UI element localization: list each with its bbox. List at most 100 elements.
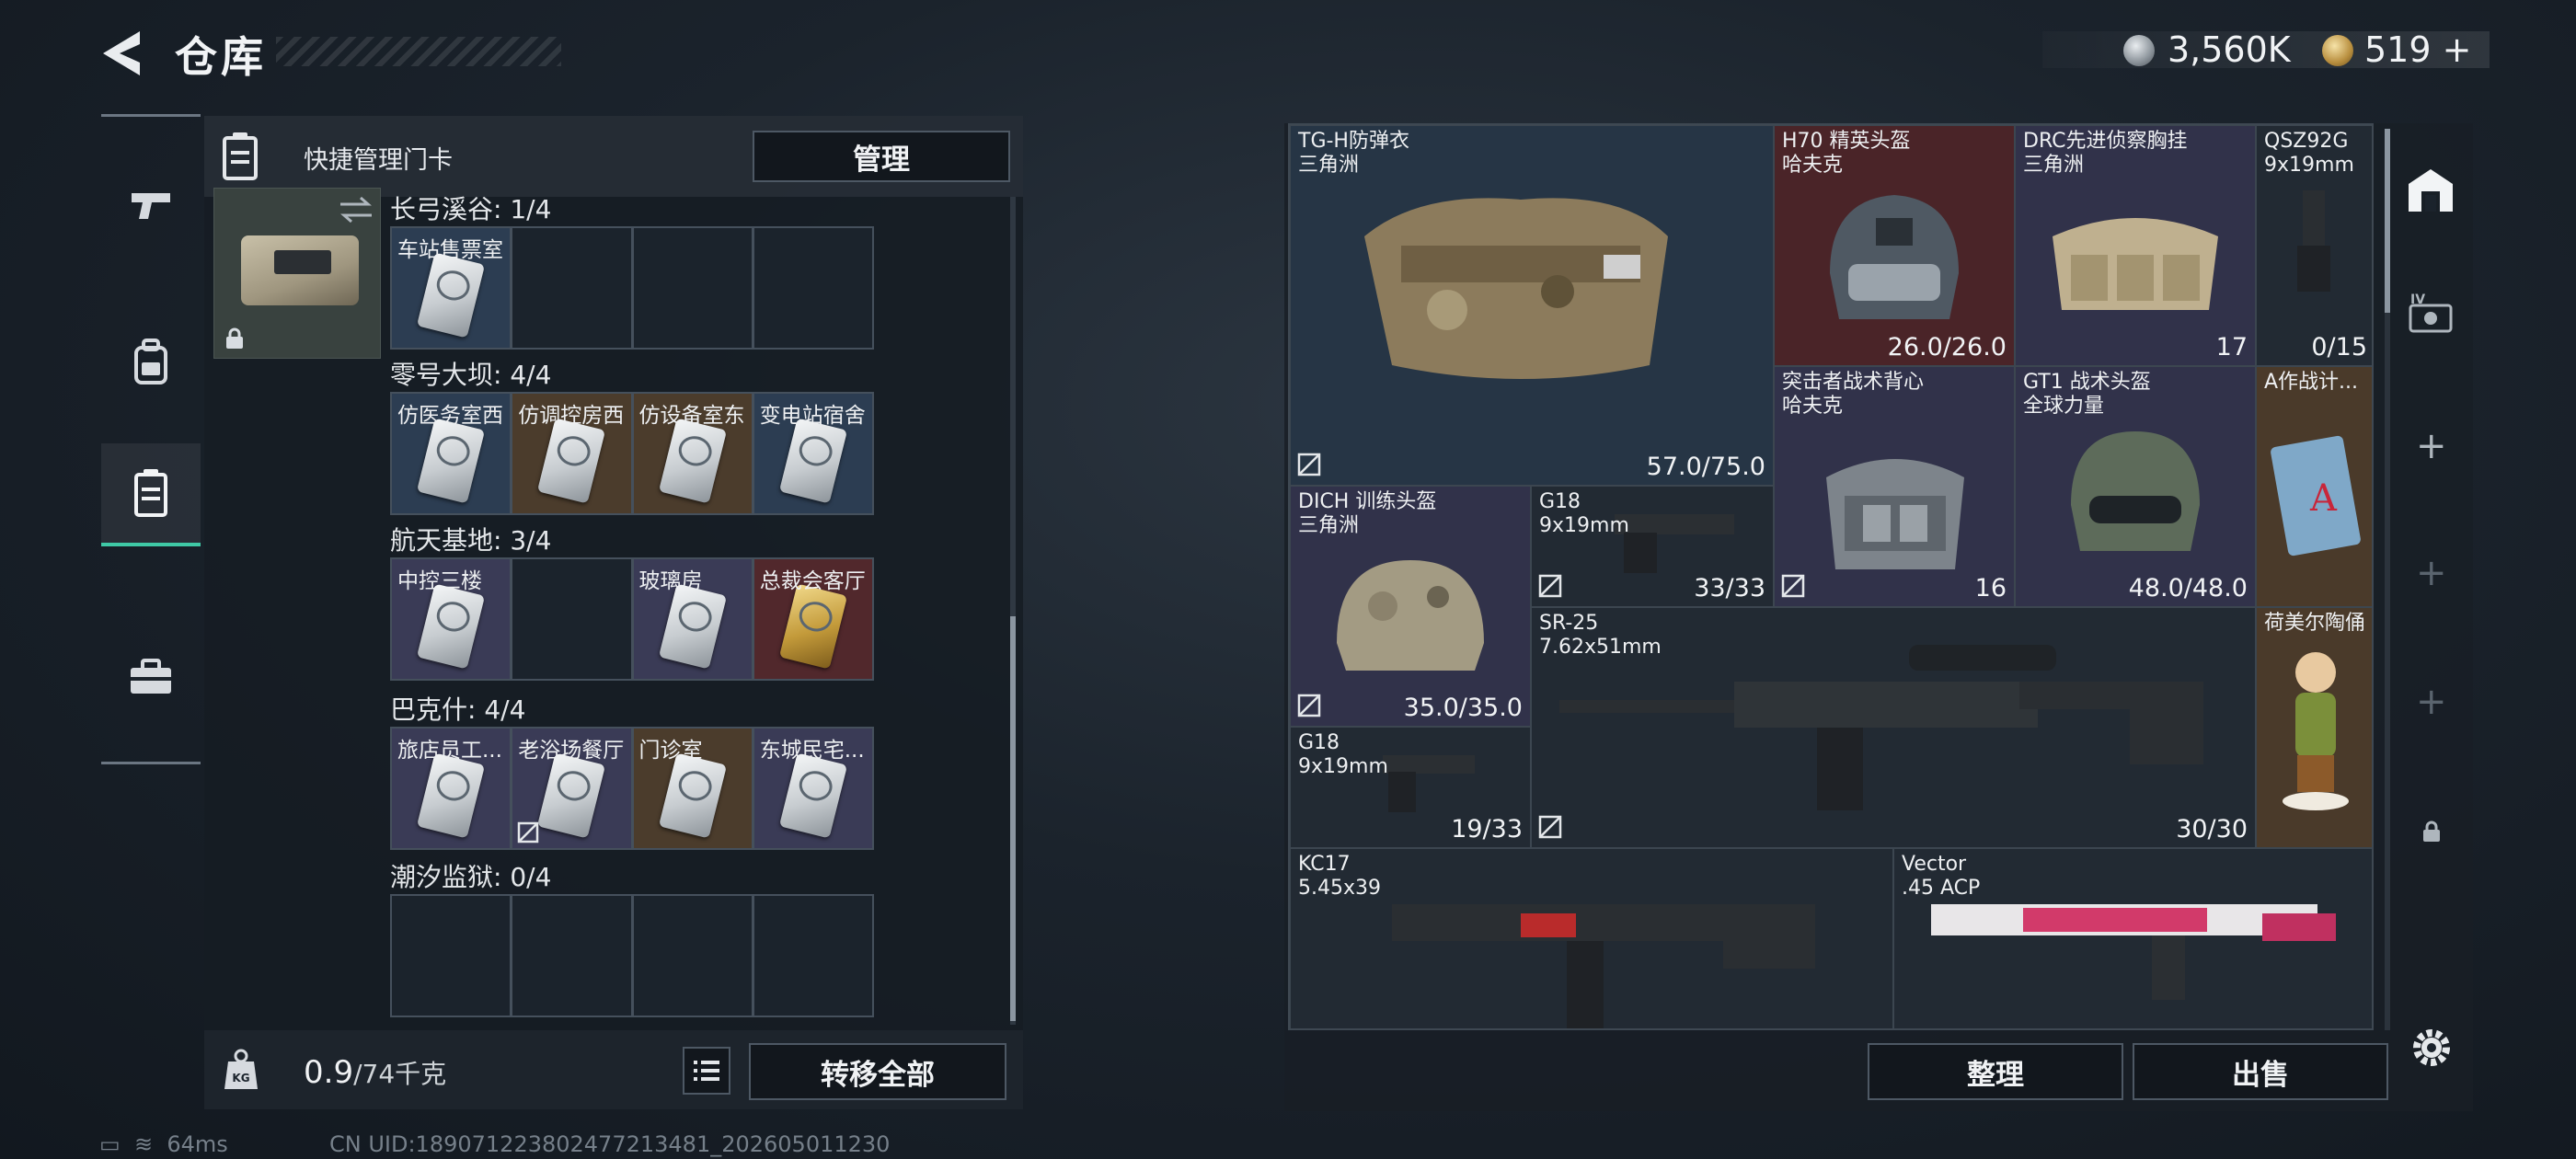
uid-text: CN UID:1890712238024772134​81_2026050112… xyxy=(329,1131,891,1157)
add-stash-tab-3[interactable]: + xyxy=(2416,681,2447,723)
stash-item-assault-backpack[interactable]: 突击者战术背心 哈夫克 16 xyxy=(1774,366,2015,607)
item-name: 突击者战术背心 xyxy=(1782,371,1925,394)
stash-item-a-card[interactable]: A作战计... A xyxy=(2256,366,2372,607)
keycard-slot[interactable]: 东城民宅... xyxy=(753,729,872,848)
empty-keycard-slot[interactable] xyxy=(392,896,511,1016)
lock-icon xyxy=(2423,820,2440,842)
keycard-scrollbar-thumb[interactable] xyxy=(1010,616,1016,1021)
stash-tab-home[interactable] xyxy=(2403,162,2458,221)
iv-card-icon: IV xyxy=(2409,293,2453,333)
item-value: 0/15 xyxy=(2311,333,2367,361)
stash-item-gt1-helmet[interactable]: GT1 战术头盔 全球力量 48.0/48.0 xyxy=(2015,366,2256,607)
empty-keycard-slot[interactable] xyxy=(633,228,752,348)
stash-item-sr-25[interactable]: SR-25 7.62x51mm 30/30 xyxy=(1531,607,2256,848)
keycard-slot[interactable]: 老浴场餐厅 xyxy=(512,729,631,848)
keycard-slot[interactable]: 旅店员工... xyxy=(392,729,511,848)
item-title: KC17 5.45x39 xyxy=(1298,853,1381,901)
keycard-case-latch xyxy=(274,250,331,274)
home-icon xyxy=(2409,169,2453,212)
stash-item-tg-h-armor[interactable]: TG-H防弹衣 三角洲 57.0/75.0 xyxy=(1290,125,1774,486)
stash-item-h70-helmet[interactable]: H70 精英头盔 哈夫克 26.0/26.0 xyxy=(1774,125,2015,366)
lock-icon xyxy=(226,327,243,349)
item-value: 16 xyxy=(1974,574,2007,602)
sell-button[interactable]: 出售 xyxy=(2133,1043,2388,1100)
item-value: 19/33 xyxy=(1451,815,1523,843)
item-name: TG-H防弹衣 xyxy=(1298,130,1409,153)
stash-grid: TG-H防弹衣 三角洲 57.0/75.0 H70 精英头盔 哈夫克 26.0/26.0 D… xyxy=(1288,123,2374,1030)
keycard-slot[interactable]: 中控三楼 xyxy=(392,559,511,679)
stash-item-vector[interactable]: Vector .45 ACP xyxy=(1893,848,2372,1028)
stash-item-kc17[interactable]: KC17 5.45x39 xyxy=(1290,848,1893,1028)
keycard-slot[interactable]: 车站售票室 xyxy=(392,228,511,348)
empty-keycard-slot[interactable] xyxy=(633,896,752,1016)
add-stash-tab-2[interactable]: + xyxy=(2416,552,2447,594)
item-name: SR-25 xyxy=(1539,612,1599,635)
item-subtitle: 7.62x51mm xyxy=(1539,636,1662,659)
transfer-all-button[interactable]: 转移全部 xyxy=(749,1043,1006,1100)
item-name: GT1 战术头盔 xyxy=(2023,371,2151,394)
sort-button[interactable]: 整理 xyxy=(1868,1043,2123,1100)
item-name: G18 xyxy=(1539,490,1581,513)
stash-item-hummel[interactable]: 荷美尔陶俑 xyxy=(2256,607,2372,848)
empty-keycard-slot[interactable] xyxy=(753,896,872,1016)
item-image xyxy=(2043,200,2227,332)
stash-item-g18-b[interactable]: G18 9x19mm 19/33 xyxy=(1290,727,1531,848)
keycard-image xyxy=(658,418,727,504)
list-icon xyxy=(694,1061,719,1081)
keycard-image xyxy=(658,583,727,670)
keycard-group-title: 巴克什: 4/4 xyxy=(390,694,526,725)
manage-button[interactable]: 管理 xyxy=(753,131,1010,182)
swap-icon[interactable] xyxy=(337,195,375,224)
keycard-group-title: 航天基地: 3/4 xyxy=(390,525,552,556)
keycard-slot[interactable]: 门诊室 xyxy=(633,729,752,848)
device-status: ▭ ≋ 64ms xyxy=(99,1131,228,1157)
item-subtitle: 哈夫克 xyxy=(1782,154,1844,177)
stash-item-qsz92g[interactable]: QSZ92G 9x19mm 0/15 xyxy=(2256,125,2372,366)
add-currency-icon[interactable]: + xyxy=(2432,29,2472,70)
item-name: 荷美尔陶俑 xyxy=(2264,612,2366,635)
item-name: QSZ92G xyxy=(2264,130,2349,153)
keycard-image xyxy=(416,418,486,504)
toolbox-icon xyxy=(131,659,171,694)
keycard-name: 总裁会客厅 xyxy=(759,569,866,593)
empty-keycard-slot[interactable] xyxy=(753,228,872,348)
stash-scrollbar-thumb[interactable] xyxy=(2385,129,2390,313)
stash-item-drc-rig[interactable]: DRC先进侦察胸挂 三角洲 17 xyxy=(2015,125,2256,366)
add-stash-tab-1[interactable]: + xyxy=(2416,425,2447,467)
item-image xyxy=(1808,441,1983,582)
gear-icon[interactable] xyxy=(2407,1023,2456,1073)
empty-keycard-slot[interactable] xyxy=(512,228,631,348)
stash-item-g18-a[interactable]: G18 9x19mm 33/33 xyxy=(1531,486,1774,607)
item-title: GT1 战术头盔 全球力量 xyxy=(2023,371,2151,419)
page-title: 仓库 xyxy=(175,32,267,82)
empty-keycard-slot[interactable] xyxy=(512,896,631,1016)
item-subtitle: 9x19mm xyxy=(1298,755,1388,778)
rail-item-weapons[interactable] xyxy=(101,155,201,258)
wifi-icon: ≋ xyxy=(127,1131,160,1157)
list-view-button[interactable] xyxy=(683,1047,730,1095)
rail-item-keycards[interactable] xyxy=(101,443,201,546)
back-arrow-icon[interactable] xyxy=(99,28,149,79)
item-name: G18 xyxy=(1298,731,1340,754)
keycard-slot[interactable]: 仿医务室西 xyxy=(392,394,511,513)
item-name: A作战计... xyxy=(2264,371,2359,394)
stash-item-dich-helmet[interactable]: DICH 训练头盔 三角洲 35.0/35.0 xyxy=(1290,486,1531,727)
rail-item-supplies[interactable] xyxy=(101,625,201,729)
keycard-name: 玻璃房 xyxy=(638,569,703,593)
keycard-slot[interactable]: 仿调控房西 xyxy=(512,394,631,513)
keycard-slot[interactable]: 仿设备室东 xyxy=(633,394,752,513)
keycard-slot[interactable]: 玻璃房 xyxy=(633,559,752,679)
empty-keycard-slot[interactable] xyxy=(512,559,631,679)
keycard-name: 变电站宿舍 xyxy=(759,404,866,428)
keycard-slot[interactable]: 变电站宿舍 xyxy=(753,394,872,513)
keycard-slot-grid: 仿医务室西 仿调控房西 仿设备室东 变电站宿舍 xyxy=(390,392,874,515)
rail-item-equipment[interactable] xyxy=(101,311,201,414)
item-subtitle: 哈夫克 xyxy=(1782,395,1844,418)
item-image: A xyxy=(2270,431,2362,564)
stash-tab-iv[interactable]: IV xyxy=(2403,291,2458,346)
keycard-slot[interactable]: 总裁会客厅 xyxy=(753,559,872,679)
item-image xyxy=(1374,746,1484,823)
gold-currency-value[interactable]: 519 + xyxy=(2364,29,2471,70)
keycard-image xyxy=(416,583,486,670)
item-image xyxy=(1374,867,1852,1028)
